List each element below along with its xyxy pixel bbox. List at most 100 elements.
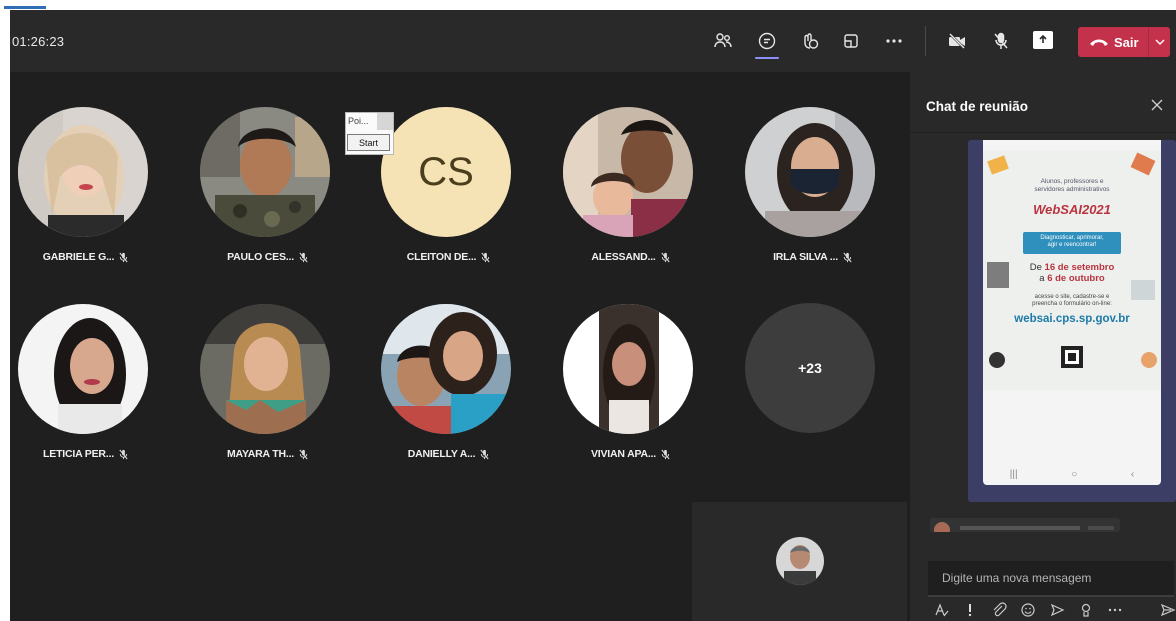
dates-middle: a (1039, 273, 1045, 284)
chat-image-message[interactable]: Alunos, professores e servidores adminis… (968, 140, 1176, 502)
hang-up-icon (1090, 39, 1108, 46)
participant-name: LETICIA PER... (43, 448, 114, 460)
more-options-icon[interactable] (1107, 602, 1123, 618)
popup-title: Poi... (348, 116, 369, 126)
meeting-toolbar: 01:26:23 Sair (10, 10, 1176, 72)
chat-active-indicator (755, 57, 779, 59)
important-icon[interactable] (962, 602, 978, 618)
poster-intro-line1: Alunos, professores e (1040, 178, 1104, 185)
participant-tile[interactable]: DANIELLY A... (374, 304, 524, 474)
participant-initials: CS (381, 107, 511, 237)
home-icon: ○ (1071, 468, 1078, 480)
participant-name: ALESSAND... (591, 251, 656, 263)
mic-muted-icon (661, 252, 670, 263)
participant-tile[interactable]: MAYARA TH... (193, 304, 343, 474)
self-view-tile[interactable] (692, 502, 907, 621)
access-line1: acesse o site, cadastre-se e (1034, 294, 1110, 300)
attach-icon[interactable] (991, 602, 1007, 618)
access-line2: preencha o formulário on-line: (1032, 301, 1112, 307)
participant-avatar (563, 304, 693, 434)
participant-avatar (381, 304, 511, 434)
floating-popup: Poi... Start (345, 112, 394, 155)
participant-tile[interactable]: CS CLEITON DE... (374, 107, 524, 277)
close-icon[interactable] (1150, 98, 1164, 112)
reactions-icon[interactable] (797, 28, 823, 54)
participant-name: MAYARA TH... (226, 448, 295, 460)
mic-muted-icon (480, 449, 489, 460)
date-end: 6 de outubro (1047, 273, 1105, 284)
praise-icon[interactable] (1078, 602, 1094, 618)
more-actions-icon[interactable] (881, 28, 907, 54)
shared-screenshot: Alunos, professores e servidores adminis… (983, 140, 1161, 485)
more-participants-tile[interactable]: +23 (745, 303, 875, 433)
chat-panel: Chat de reunião Alunos, professores e se… (910, 72, 1176, 621)
leave-separator (1148, 27, 1149, 57)
mic-muted-icon (843, 252, 852, 263)
camera-off-icon[interactable] (944, 28, 970, 54)
poster-slogan-line1: Diagnosticar, aprimorar, (1040, 235, 1104, 241)
participant-name: IRLA SILVA ... (773, 251, 838, 263)
leave-label: Sair (1114, 34, 1139, 50)
rooms-icon[interactable] (838, 28, 864, 54)
participant-tile[interactable]: PAULO CES... (193, 107, 343, 277)
participant-avatar: CS (381, 107, 511, 237)
poster-access-text: acesse o site, cadastre-se e preencha o … (983, 294, 1161, 308)
websai-logo: WebSAI2021 (1033, 202, 1111, 217)
chevron-down-icon[interactable] (1153, 35, 1167, 49)
share-arrow-icon (1039, 34, 1047, 43)
poster-url: websai.cps.sp.gov.br (1014, 313, 1130, 325)
mic-muted-icon (661, 449, 670, 460)
leave-button[interactable]: Sair (1078, 27, 1170, 57)
self-avatar (776, 537, 824, 585)
dates-prefix: De (1029, 262, 1042, 273)
participant-name: GABRIELE G... (42, 251, 115, 263)
next-message-preview (930, 518, 1120, 532)
participant-name: CLEITON DE... (406, 251, 477, 263)
participant-avatar (18, 107, 148, 237)
share-screen-button[interactable] (1033, 31, 1053, 49)
emoji-icon[interactable] (1020, 602, 1036, 618)
mic-muted-icon (119, 252, 128, 263)
window-accent-mark (4, 6, 46, 9)
poster-slogan-box: Diagnosticar, aprimorar, agir e reencont… (1023, 232, 1121, 254)
back-icon: ‹ (1130, 468, 1135, 480)
participant-avatar (563, 107, 693, 237)
participant-tile[interactable]: LETICIA PER... (11, 304, 161, 474)
start-button[interactable]: Start (347, 134, 390, 151)
participant-avatar (745, 107, 875, 237)
chat-icon[interactable] (754, 28, 780, 54)
format-icon[interactable] (934, 602, 950, 618)
gif-icon[interactable] (1049, 602, 1065, 618)
chat-title: Chat de reunião (926, 99, 1029, 114)
message-compose-box[interactable]: Digite uma nova mensagem (928, 561, 1174, 597)
compose-toolbar (934, 602, 1176, 620)
poster-dates: De 16 de setembro a 6 de outubro (983, 262, 1161, 284)
popup-close-icon[interactable] (377, 113, 393, 130)
phone-navigation-bar: ||| ○ ‹ (983, 465, 1161, 483)
meeting-window: 01:26:23 Sair GABRIELE G... PAULO CES...… (10, 10, 1176, 621)
meeting-timer: 01:26:23 (12, 34, 65, 49)
poster-intro-line2: servidores administrativos (1034, 186, 1110, 193)
participant-avatar (200, 304, 330, 434)
toolbar-divider (925, 26, 926, 56)
participant-avatar (200, 107, 330, 237)
date-start: 16 de setembro (1044, 262, 1115, 273)
poster-slogan-line2: agir e reencontrar! (1047, 242, 1097, 248)
participants-icon[interactable] (710, 28, 736, 54)
participant-name: PAULO CES... (227, 251, 294, 263)
participant-tile[interactable]: VIVIAN APA... (556, 304, 706, 474)
participant-tile[interactable]: IRLA SILVA ... (738, 107, 888, 277)
websai-poster: Alunos, professores e servidores adminis… (983, 150, 1161, 390)
chat-header-divider (910, 132, 1176, 133)
compose-placeholder: Digite uma nova mensagem (942, 571, 1092, 585)
mic-muted-icon (299, 449, 308, 460)
participant-tile[interactable]: ALESSAND... (556, 107, 706, 277)
mic-muted-icon (119, 449, 128, 460)
participant-name: VIVIAN APA... (590, 448, 657, 460)
recent-apps-icon: ||| (1009, 468, 1018, 480)
mic-off-icon[interactable] (988, 28, 1014, 54)
mic-muted-icon (481, 252, 490, 263)
send-icon[interactable] (1160, 602, 1176, 618)
participant-tile[interactable]: GABRIELE G... (11, 107, 161, 277)
participant-avatar (18, 304, 148, 434)
